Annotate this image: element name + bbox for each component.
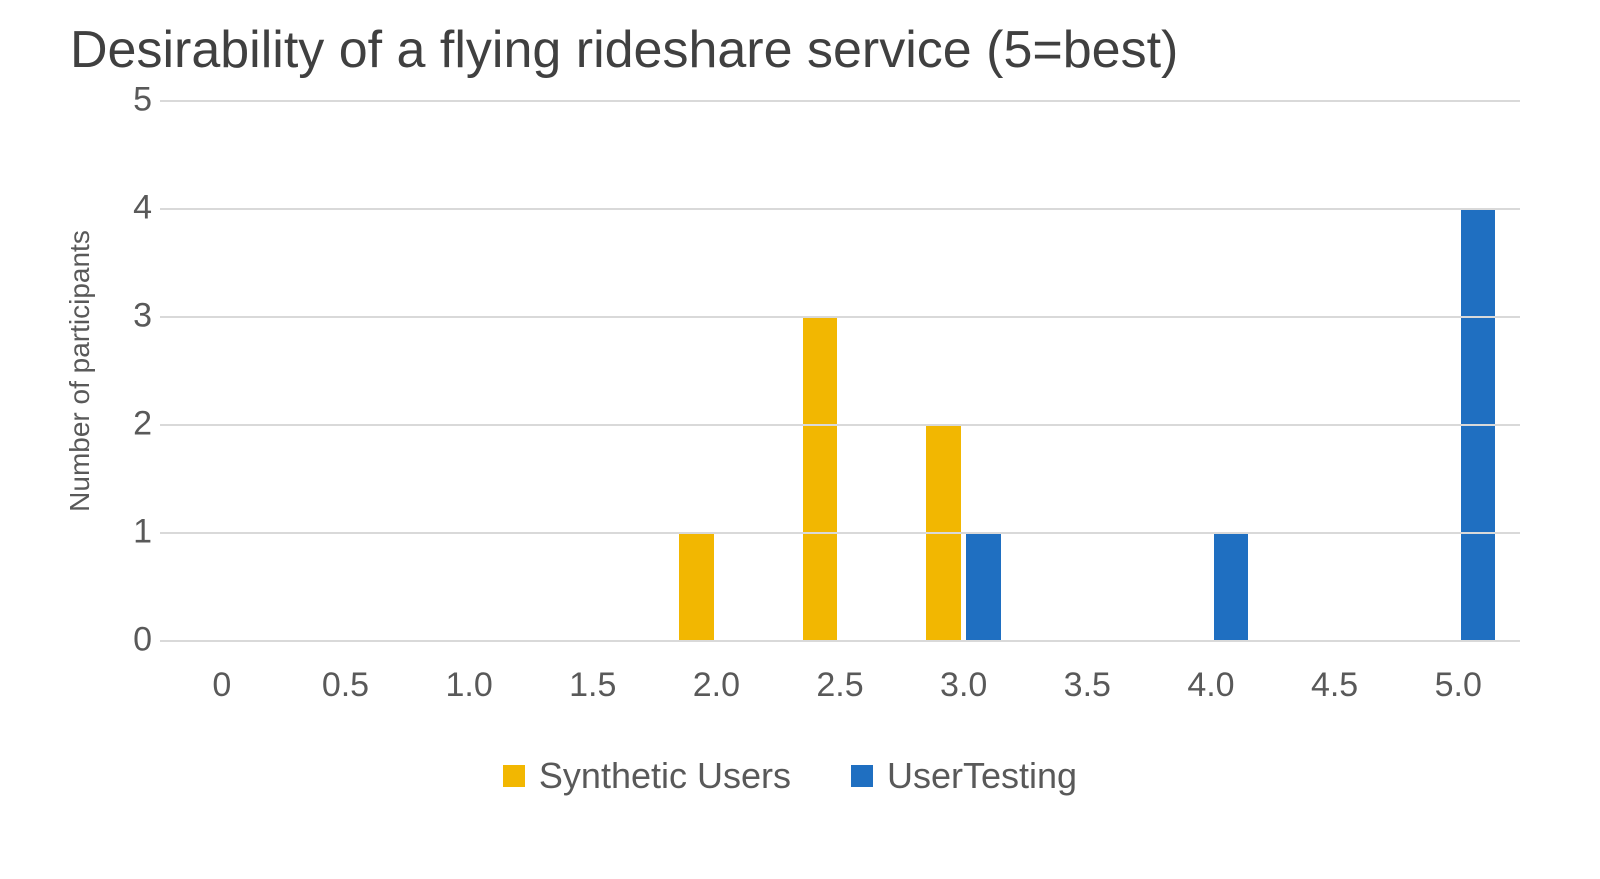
chart-title: Desirability of a flying rideshare servi…: [70, 20, 1520, 80]
gridline: [160, 424, 1520, 426]
x-tick-label: 5.0: [1396, 642, 1520, 705]
y-tick-label: 0: [133, 621, 152, 660]
y-axis-label-wrap: Number of participants: [60, 100, 100, 642]
x-axis-ticks: 00.51.01.52.02.53.03.54.04.55.0: [160, 642, 1520, 705]
chart-container: Desirability of a flying rideshare servi…: [60, 10, 1520, 797]
legend-label: UserTesting: [887, 755, 1077, 797]
x-tick-label: 4.5: [1273, 642, 1397, 705]
x-tick-label: 3.5: [1025, 642, 1149, 705]
plot-area: [160, 100, 1520, 642]
x-tick-label: 0: [160, 642, 284, 705]
bar-usertesting: [966, 532, 1001, 640]
x-tick-label: 3.0: [902, 642, 1026, 705]
legend-item: Synthetic Users: [503, 755, 791, 797]
legend-item: UserTesting: [851, 755, 1077, 797]
x-tick-label: 1.0: [407, 642, 531, 705]
x-tick-label: 1.5: [531, 642, 655, 705]
y-axis-ticks: 012345: [100, 100, 160, 642]
y-tick-label: 1: [133, 513, 152, 552]
bars-layer: [160, 100, 1520, 640]
y-axis-label: Number of participants: [64, 230, 96, 512]
bar-synthetic-users: [803, 316, 838, 640]
legend-swatch: [851, 765, 873, 787]
legend-label: Synthetic Users: [539, 755, 791, 797]
gridline: [160, 316, 1520, 318]
gridline: [160, 208, 1520, 210]
x-tick-label: 2.5: [778, 642, 902, 705]
legend-swatch: [503, 765, 525, 787]
bar-synthetic-users: [679, 532, 714, 640]
y-tick-label: 5: [133, 81, 152, 120]
plot-row: Number of participants 012345: [60, 100, 1520, 642]
x-tick-label: 2.0: [655, 642, 779, 705]
gridline: [160, 532, 1520, 534]
y-tick-label: 4: [133, 189, 152, 228]
x-tick-label: 4.0: [1149, 642, 1273, 705]
y-tick-label: 3: [133, 297, 152, 336]
gridline: [160, 100, 1520, 102]
y-tick-label: 2: [133, 405, 152, 444]
bar-usertesting: [1214, 532, 1249, 640]
x-tick-label: 0.5: [284, 642, 408, 705]
legend: Synthetic Users UserTesting: [60, 755, 1520, 797]
